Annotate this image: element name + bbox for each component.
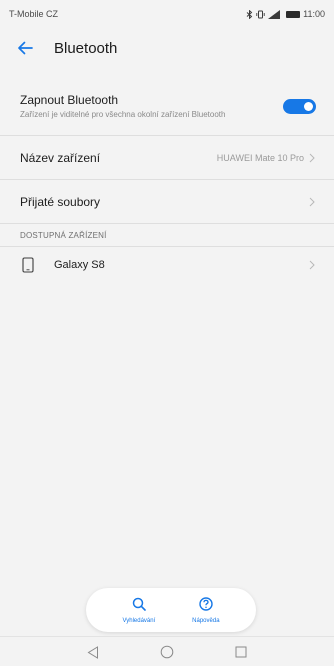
device-name-value: HUAWEI Mate 10 Pro — [216, 152, 304, 163]
back-triangle-icon[interactable] — [85, 644, 101, 660]
bluetooth-icon — [246, 9, 253, 19]
search-action-label: Vyhledávání — [122, 617, 156, 624]
settings-list: Zapnout Bluetooth Zařízení je viditelné … — [0, 78, 334, 283]
search-icon — [132, 597, 146, 616]
received-files-label: Přijaté soubory — [20, 194, 101, 209]
screen: T-Mobile CZ 11:00 Bluetooth Zapnout Blue… — [0, 0, 334, 666]
status-bar: T-Mobile CZ 11:00 — [0, 0, 334, 28]
carrier-name: T-Mobile CZ — [9, 9, 59, 19]
app-header: Bluetooth — [0, 28, 334, 68]
navigation-bar — [0, 636, 334, 666]
available-devices-header: DOSTUPNÁ ZAŘÍZENÍ — [0, 224, 334, 247]
bluetooth-toggle-subtitle: Zařízení je viditelné pro všechna okolní… — [20, 110, 226, 119]
device-item[interactable]: Galaxy S8 — [0, 247, 334, 283]
bluetooth-switch[interactable] — [283, 99, 316, 114]
device-name-row[interactable]: Název zařízení HUAWEI Mate 10 Pro — [0, 136, 334, 180]
device-item-left: Galaxy S8 — [22, 257, 105, 273]
bluetooth-toggle-row[interactable]: Zapnout Bluetooth Zařízení je viditelné … — [0, 78, 334, 136]
status-time: 11:00 — [303, 9, 325, 19]
chevron-right-icon — [308, 197, 316, 207]
help-icon — [199, 596, 213, 616]
recents-square-icon[interactable] — [233, 644, 249, 660]
chevron-right-icon — [308, 260, 316, 270]
battery-icon — [286, 10, 301, 18]
device-name-label: Název zařízení — [20, 150, 101, 165]
bottom-action-bar: Vyhledávání Nápověda — [86, 588, 256, 632]
arrow-left-icon[interactable] — [14, 37, 36, 59]
search-action[interactable]: Vyhledávání — [122, 597, 155, 624]
signal-icon — [268, 9, 281, 19]
chevron-right-icon — [308, 153, 316, 163]
bluetooth-toggle-texts: Zapnout Bluetooth Zařízení je viditelné … — [20, 93, 235, 120]
received-files-row[interactable]: Přijaté soubory — [0, 180, 334, 224]
received-files-right — [308, 197, 316, 207]
bluetooth-toggle-title: Zapnout Bluetooth — [20, 93, 119, 107]
device-name-right: HUAWEI Mate 10 Pro — [217, 153, 316, 163]
vibrate-icon — [256, 10, 265, 19]
phone-icon — [22, 257, 34, 273]
switch-knob — [304, 102, 313, 111]
status-icons: 11:00 — [246, 9, 325, 19]
page-title: Bluetooth — [54, 39, 118, 57]
device-name: Galaxy S8 — [54, 259, 105, 271]
home-circle-icon[interactable] — [159, 644, 175, 660]
help-action[interactable]: Nápověda — [192, 596, 220, 624]
help-action-label: Nápověda — [192, 617, 220, 624]
